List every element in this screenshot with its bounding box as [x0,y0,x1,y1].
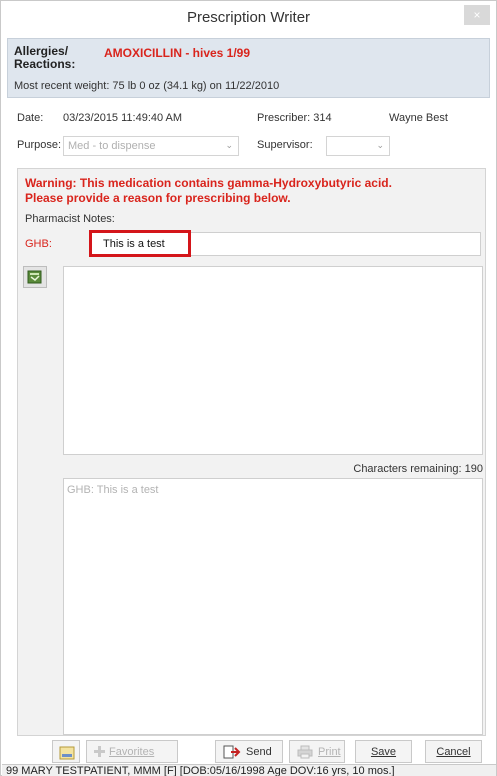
book-icon [24,267,46,287]
plus-icon [93,745,106,761]
send-icon [223,745,241,762]
save-label: Save [371,746,396,758]
warning-line1: Warning: This medication contains gamma-… [25,176,475,191]
image-icon [59,746,75,760]
favorites-label: Favorites [109,746,154,758]
window-title: Prescription Writer [1,9,496,26]
cancel-button[interactable]: Cancel [425,740,482,763]
chevron-down-icon: ⌄ [225,140,233,151]
purpose-label: Purpose: [17,139,61,151]
favorites-button[interactable]: Favorites [86,740,178,763]
characters-remaining: Characters remaining: 190 [331,463,483,475]
prescription-writer-window: Prescription Writer × Allergies/ Reactio… [0,0,497,776]
notes-library-button[interactable] [23,266,47,288]
weight-text: Most recent weight: 75 lb 0 oz (34.1 kg)… [14,80,279,92]
notes-preview [63,478,483,735]
pharmacist-notes-label: Pharmacist Notes: [25,213,115,225]
purpose-value: Med - to dispense [68,140,155,152]
image-button[interactable] [52,740,80,763]
notes-preview-text: GHB: This is a test [67,484,159,496]
printer-icon [297,745,313,762]
patient-info-band: Allergies/ Reactions: AMOXICILLIN - hive… [7,38,490,98]
ghb-label: GHB: [25,238,52,250]
pharmacist-notes-textarea[interactable] [63,266,483,455]
allergies-label-line2: Reactions: [14,58,75,71]
patient-status-bar: 99 MARY TESTPATIENT, MMM [F] [DOB:05/16/… [2,764,496,776]
print-label: Print [318,746,341,758]
chevron-down-icon: ⌄ [376,140,384,151]
prescriber-name: Wayne Best [389,112,448,124]
allergies-value: AMOXICILLIN - hives 1/99 [104,46,250,60]
title-bar: Prescription Writer × [1,1,496,35]
print-button[interactable]: Print [289,740,345,763]
highlight-box [89,230,191,257]
button-bar: Favorites Send Print Save Cancel [1,740,496,764]
date-value: 03/23/2015 11:49:40 AM [63,112,182,124]
close-button[interactable]: × [464,5,490,25]
supervisor-label: Supervisor: [257,139,313,151]
supervisor-select[interactable]: ⌄ [326,136,390,156]
send-button[interactable]: Send [215,740,283,763]
save-button[interactable]: Save [355,740,412,763]
date-label: Date: [17,112,43,124]
allergies-label: Allergies/ Reactions: [14,45,75,71]
cancel-label: Cancel [436,746,470,758]
warning-line2: Please provide a reason for prescribing … [25,191,475,206]
send-label: Send [246,746,272,758]
ghb-warning: Warning: This medication contains gamma-… [25,176,475,206]
purpose-select[interactable]: Med - to dispense ⌄ [63,136,239,156]
prescriber-text: Prescriber: 314 [257,112,332,124]
